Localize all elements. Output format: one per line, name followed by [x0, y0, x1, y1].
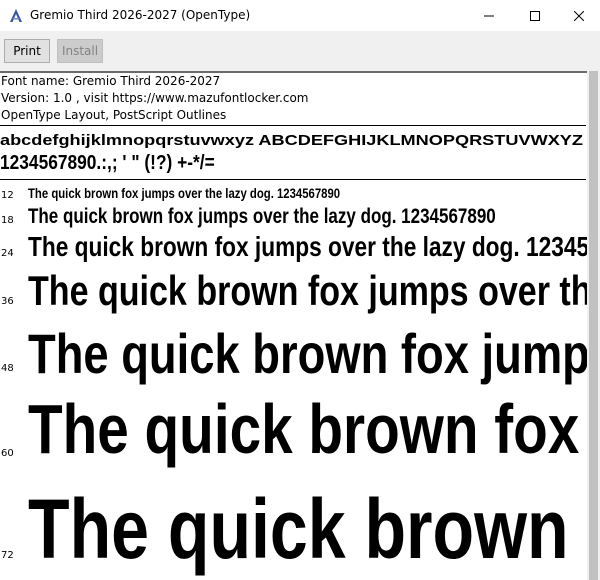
- sample-text-12: The quick brown fox jumps over the lazy …: [28, 185, 341, 201]
- sample-text-48: The quick brown fox jumps over the lazy …: [28, 322, 600, 385]
- minimize-icon: [484, 15, 494, 16]
- sample-size-label: 24: [1, 248, 14, 259]
- sample-size-label: 48: [1, 363, 14, 374]
- toolbar: Print Install: [0, 31, 600, 71]
- font-preview-pane[interactable]: Font name: Gremio Third 2026-2027 Versio…: [0, 71, 600, 580]
- sample-size-label: 72: [1, 550, 14, 561]
- maximize-icon: [530, 10, 540, 21]
- close-icon: [574, 10, 584, 21]
- font-version-line: Version: 1.0 , visit https://www.mazufon…: [1, 91, 309, 105]
- print-button[interactable]: Print: [4, 39, 50, 63]
- title-bar: Gremio Third 2026-2027 (OpenType): [0, 0, 600, 31]
- maximize-button[interactable]: [512, 0, 558, 31]
- sample-text-24: The quick brown fox jumps over the lazy …: [28, 231, 600, 262]
- sample-size-label: 18: [1, 215, 14, 226]
- font-type-line: OpenType Layout, PostScript Outlines: [1, 108, 227, 122]
- sample-text-36: The quick brown fox jumps over the lazy …: [28, 267, 600, 314]
- minimize-button[interactable]: [466, 0, 512, 31]
- window-title: Gremio Third 2026-2027 (OpenType): [30, 8, 251, 22]
- charset-letters: abcdefghijklmnopqrstuvwxyz ABCDEFGHIJKLM…: [0, 132, 583, 149]
- sample-size-label: 12: [1, 190, 14, 201]
- preview-top-border: [0, 71, 600, 73]
- install-button: Install: [57, 39, 103, 63]
- font-viewer-app-icon: [10, 9, 22, 22]
- font-name-line: Font name: Gremio Third 2026-2027: [1, 74, 221, 88]
- sample-text-18: The quick brown fox jumps over the lazy …: [28, 205, 496, 228]
- charset-divider: [0, 179, 586, 180]
- sample-text-72: The quick brown fox jumps over the lazy …: [28, 482, 600, 576]
- charset-digits-symbols: 1234567890.:,; ' " (!?) +-*/=: [0, 152, 215, 174]
- vertical-scrollbar-thumb[interactable]: [589, 71, 598, 580]
- sample-size-label: 36: [1, 296, 14, 307]
- sample-text-60: The quick brown fox jumps over the lazy …: [28, 390, 600, 468]
- info-divider: [0, 125, 586, 126]
- sample-size-label: 60: [1, 448, 14, 459]
- close-button[interactable]: [556, 0, 600, 31]
